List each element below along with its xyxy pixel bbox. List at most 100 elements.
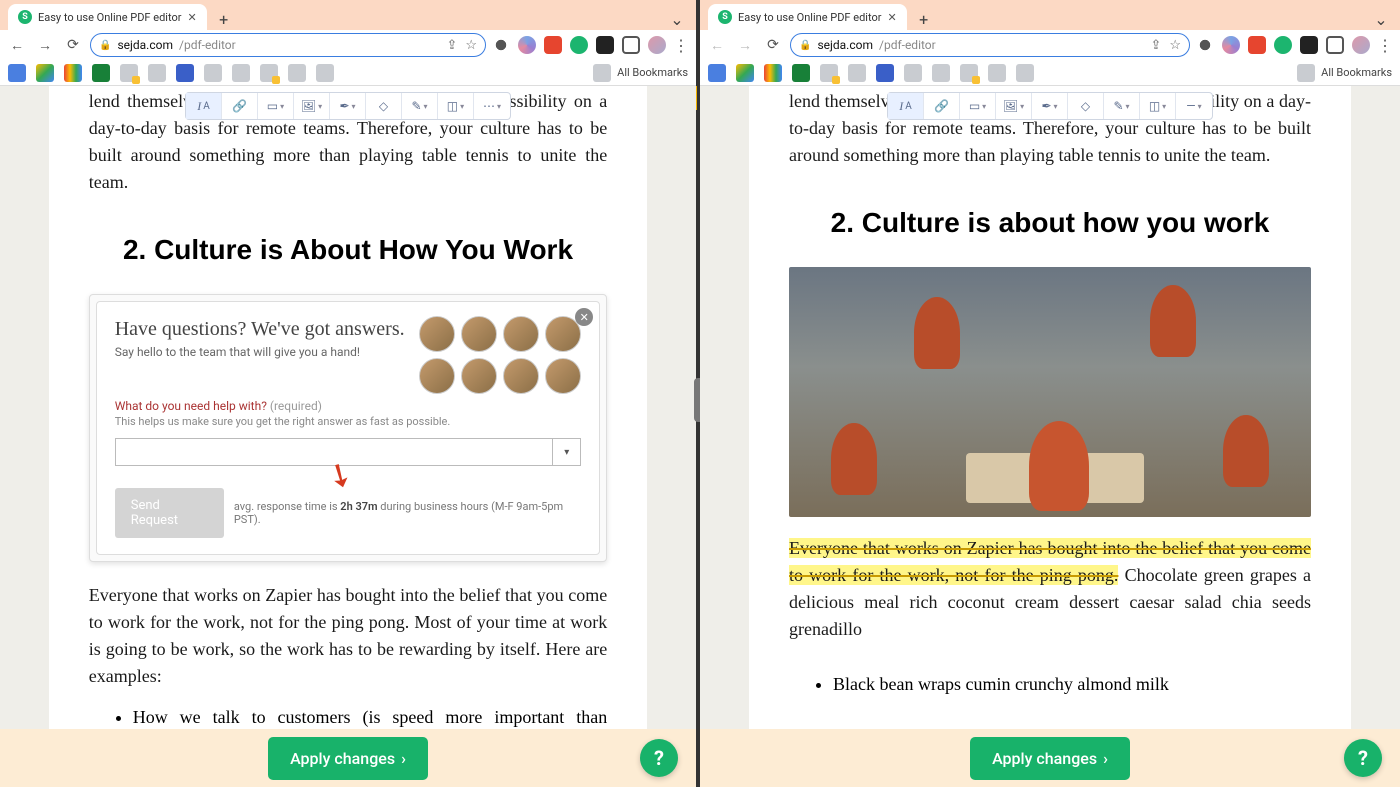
- bm-folder-7[interactable]: [1016, 64, 1034, 82]
- bm-folder-4[interactable]: [232, 64, 250, 82]
- bm-folder-7[interactable]: [316, 64, 334, 82]
- send-request-button[interactable]: Send Request: [115, 488, 224, 538]
- share-icon[interactable]: ⇪: [1150, 38, 1161, 53]
- tool-shape[interactable]: ◫▾: [1140, 93, 1176, 119]
- list-item[interactable]: Black bean wraps cumin crunchy almond mi…: [833, 671, 1311, 698]
- bm-icon-blue[interactable]: [876, 64, 894, 82]
- tool-whiteout[interactable]: ◇: [366, 93, 402, 119]
- close-tab-icon[interactable]: ✕: [887, 11, 896, 24]
- reload-button[interactable]: ⟳: [62, 34, 84, 56]
- bookmark-star-icon[interactable]: ☆: [1169, 38, 1181, 53]
- tool-image[interactable]: 🖼▾: [996, 93, 1032, 119]
- bm-folder-1[interactable]: [120, 64, 138, 82]
- reload-button[interactable]: ⟳: [762, 34, 784, 56]
- url-bar[interactable]: 🔒 sejda.com/pdf-editor ⇪ ☆: [790, 33, 1190, 57]
- profile-avatar[interactable]: [1352, 36, 1370, 54]
- back-button[interactable]: ←: [6, 34, 28, 56]
- pdf-page[interactable]: IA 🔗 ▭▾ 🖼▾ ✒▾ ◇ ✎▾ ◫▾ —▾ lend themselves…: [749, 86, 1351, 787]
- ext-icon-2[interactable]: [518, 36, 536, 54]
- back-button[interactable]: ←: [706, 34, 728, 56]
- browser-tab[interactable]: S Easy to use Online PDF editor ✕: [8, 4, 207, 30]
- ext-icon-1[interactable]: [1196, 36, 1214, 54]
- bm-gmail[interactable]: [64, 64, 82, 82]
- extensions-icon[interactable]: [596, 36, 614, 54]
- bm-folder-3[interactable]: [904, 64, 922, 82]
- tool-highlight[interactable]: ✎▾: [402, 93, 438, 119]
- ext-icon-3[interactable]: [1248, 36, 1266, 54]
- bm-calendar[interactable]: [8, 64, 26, 82]
- tool-line[interactable]: —▾: [1176, 93, 1212, 119]
- all-bookmarks-button[interactable]: All Bookmarks: [1297, 64, 1392, 82]
- tool-text[interactable]: IA: [888, 93, 924, 119]
- edited-paragraph[interactable]: Everyone that works on Zapier has bought…: [789, 535, 1311, 643]
- bm-sheets[interactable]: [92, 64, 110, 82]
- bm-folder-6[interactable]: [288, 64, 306, 82]
- bm-folder-3[interactable]: [204, 64, 222, 82]
- bm-gmail[interactable]: [764, 64, 782, 82]
- browser-tab[interactable]: S Easy to use Online PDF editor ✕: [708, 4, 907, 30]
- all-bookmarks-button[interactable]: All Bookmarks: [593, 64, 688, 82]
- help-button[interactable]: ?: [640, 739, 678, 777]
- new-tab-button[interactable]: +: [913, 8, 935, 30]
- profile-avatar[interactable]: [648, 36, 666, 54]
- bm-folder-5[interactable]: [960, 64, 978, 82]
- sidepanel-icon[interactable]: [622, 36, 640, 54]
- new-tab-button[interactable]: +: [213, 8, 235, 30]
- bullet-list[interactable]: Black bean wraps cumin crunchy almond mi…: [833, 671, 1311, 698]
- image-person: [831, 423, 877, 495]
- bm-drive[interactable]: [736, 64, 754, 82]
- pdf-editor-toolbar: IA 🔗 ▭▾ 🖼▾ ✒▾ ◇ ✎▾ ◫▾ —▾: [887, 92, 1213, 120]
- tool-link[interactable]: 🔗: [924, 93, 960, 119]
- pdf-page[interactable]: IA 🔗 ▭▾ 🖼▾ ✒▾ ◇ ✎▾ ◫▾ ⋯▾ lend themselves…: [49, 86, 648, 787]
- ext-icon-1[interactable]: [492, 36, 510, 54]
- apply-bar: Apply changes› ?: [0, 729, 696, 787]
- tool-form[interactable]: ▭▾: [258, 93, 294, 119]
- ext-icon-3[interactable]: [544, 36, 562, 54]
- share-icon[interactable]: ⇪: [446, 38, 457, 53]
- apply-changes-button[interactable]: Apply changes›: [970, 737, 1130, 780]
- ext-icon-4[interactable]: [570, 36, 588, 54]
- bm-drive[interactable]: [36, 64, 54, 82]
- body-paragraph[interactable]: Everyone that works on Zapier has bought…: [89, 582, 608, 690]
- bm-folder-2[interactable]: [148, 64, 166, 82]
- help-button[interactable]: ?: [1344, 739, 1382, 777]
- bm-calendar[interactable]: [708, 64, 726, 82]
- tool-shape[interactable]: ◫▾: [438, 93, 474, 119]
- extensions-icon[interactable]: [1300, 36, 1318, 54]
- bm-folder-4[interactable]: [932, 64, 950, 82]
- bm-icon-blue[interactable]: [176, 64, 194, 82]
- tool-image[interactable]: 🖼▾: [294, 93, 330, 119]
- tool-highlight[interactable]: ✎▾: [1104, 93, 1140, 119]
- hero-image[interactable]: [789, 267, 1311, 517]
- folder-icon: [1297, 64, 1315, 82]
- kebab-menu-icon[interactable]: ⋮: [1376, 36, 1394, 55]
- tabs-dropdown-icon[interactable]: ⌄: [666, 8, 688, 30]
- section-heading[interactable]: 2. Culture is About How You Work: [89, 234, 608, 266]
- lock-icon: 🔒: [799, 40, 811, 51]
- tool-sign[interactable]: ✒▾: [330, 93, 366, 119]
- url-bar[interactable]: 🔒 sejda.com/pdf-editor ⇪ ☆: [90, 33, 486, 57]
- tool-whiteout[interactable]: ◇: [1068, 93, 1104, 119]
- bm-folder-2[interactable]: [848, 64, 866, 82]
- sidepanel-icon[interactable]: [1326, 36, 1344, 54]
- kebab-menu-icon[interactable]: ⋮: [672, 36, 690, 55]
- close-tab-icon[interactable]: ✕: [187, 11, 196, 24]
- tabs-dropdown-icon[interactable]: ⌄: [1370, 8, 1392, 30]
- avatar: [461, 316, 497, 352]
- ext-icon-2[interactable]: [1222, 36, 1240, 54]
- apply-changes-button[interactable]: Apply changes›: [268, 737, 428, 780]
- section-heading[interactable]: 2. Culture is about how you work: [789, 207, 1311, 239]
- ext-icon-4[interactable]: [1274, 36, 1292, 54]
- bookmark-star-icon[interactable]: ☆: [465, 38, 477, 53]
- bm-sheets[interactable]: [792, 64, 810, 82]
- bm-folder-5[interactable]: [260, 64, 278, 82]
- forward-button[interactable]: →: [34, 34, 56, 56]
- forward-button[interactable]: →: [734, 34, 756, 56]
- tool-sign[interactable]: ✒▾: [1032, 93, 1068, 119]
- bm-folder-6[interactable]: [988, 64, 1006, 82]
- tool-form[interactable]: ▭▾: [960, 93, 996, 119]
- bm-folder-1[interactable]: [820, 64, 838, 82]
- tool-link[interactable]: 🔗: [222, 93, 258, 119]
- tool-text[interactable]: IA: [186, 93, 222, 119]
- tool-more[interactable]: ⋯▾: [474, 93, 510, 119]
